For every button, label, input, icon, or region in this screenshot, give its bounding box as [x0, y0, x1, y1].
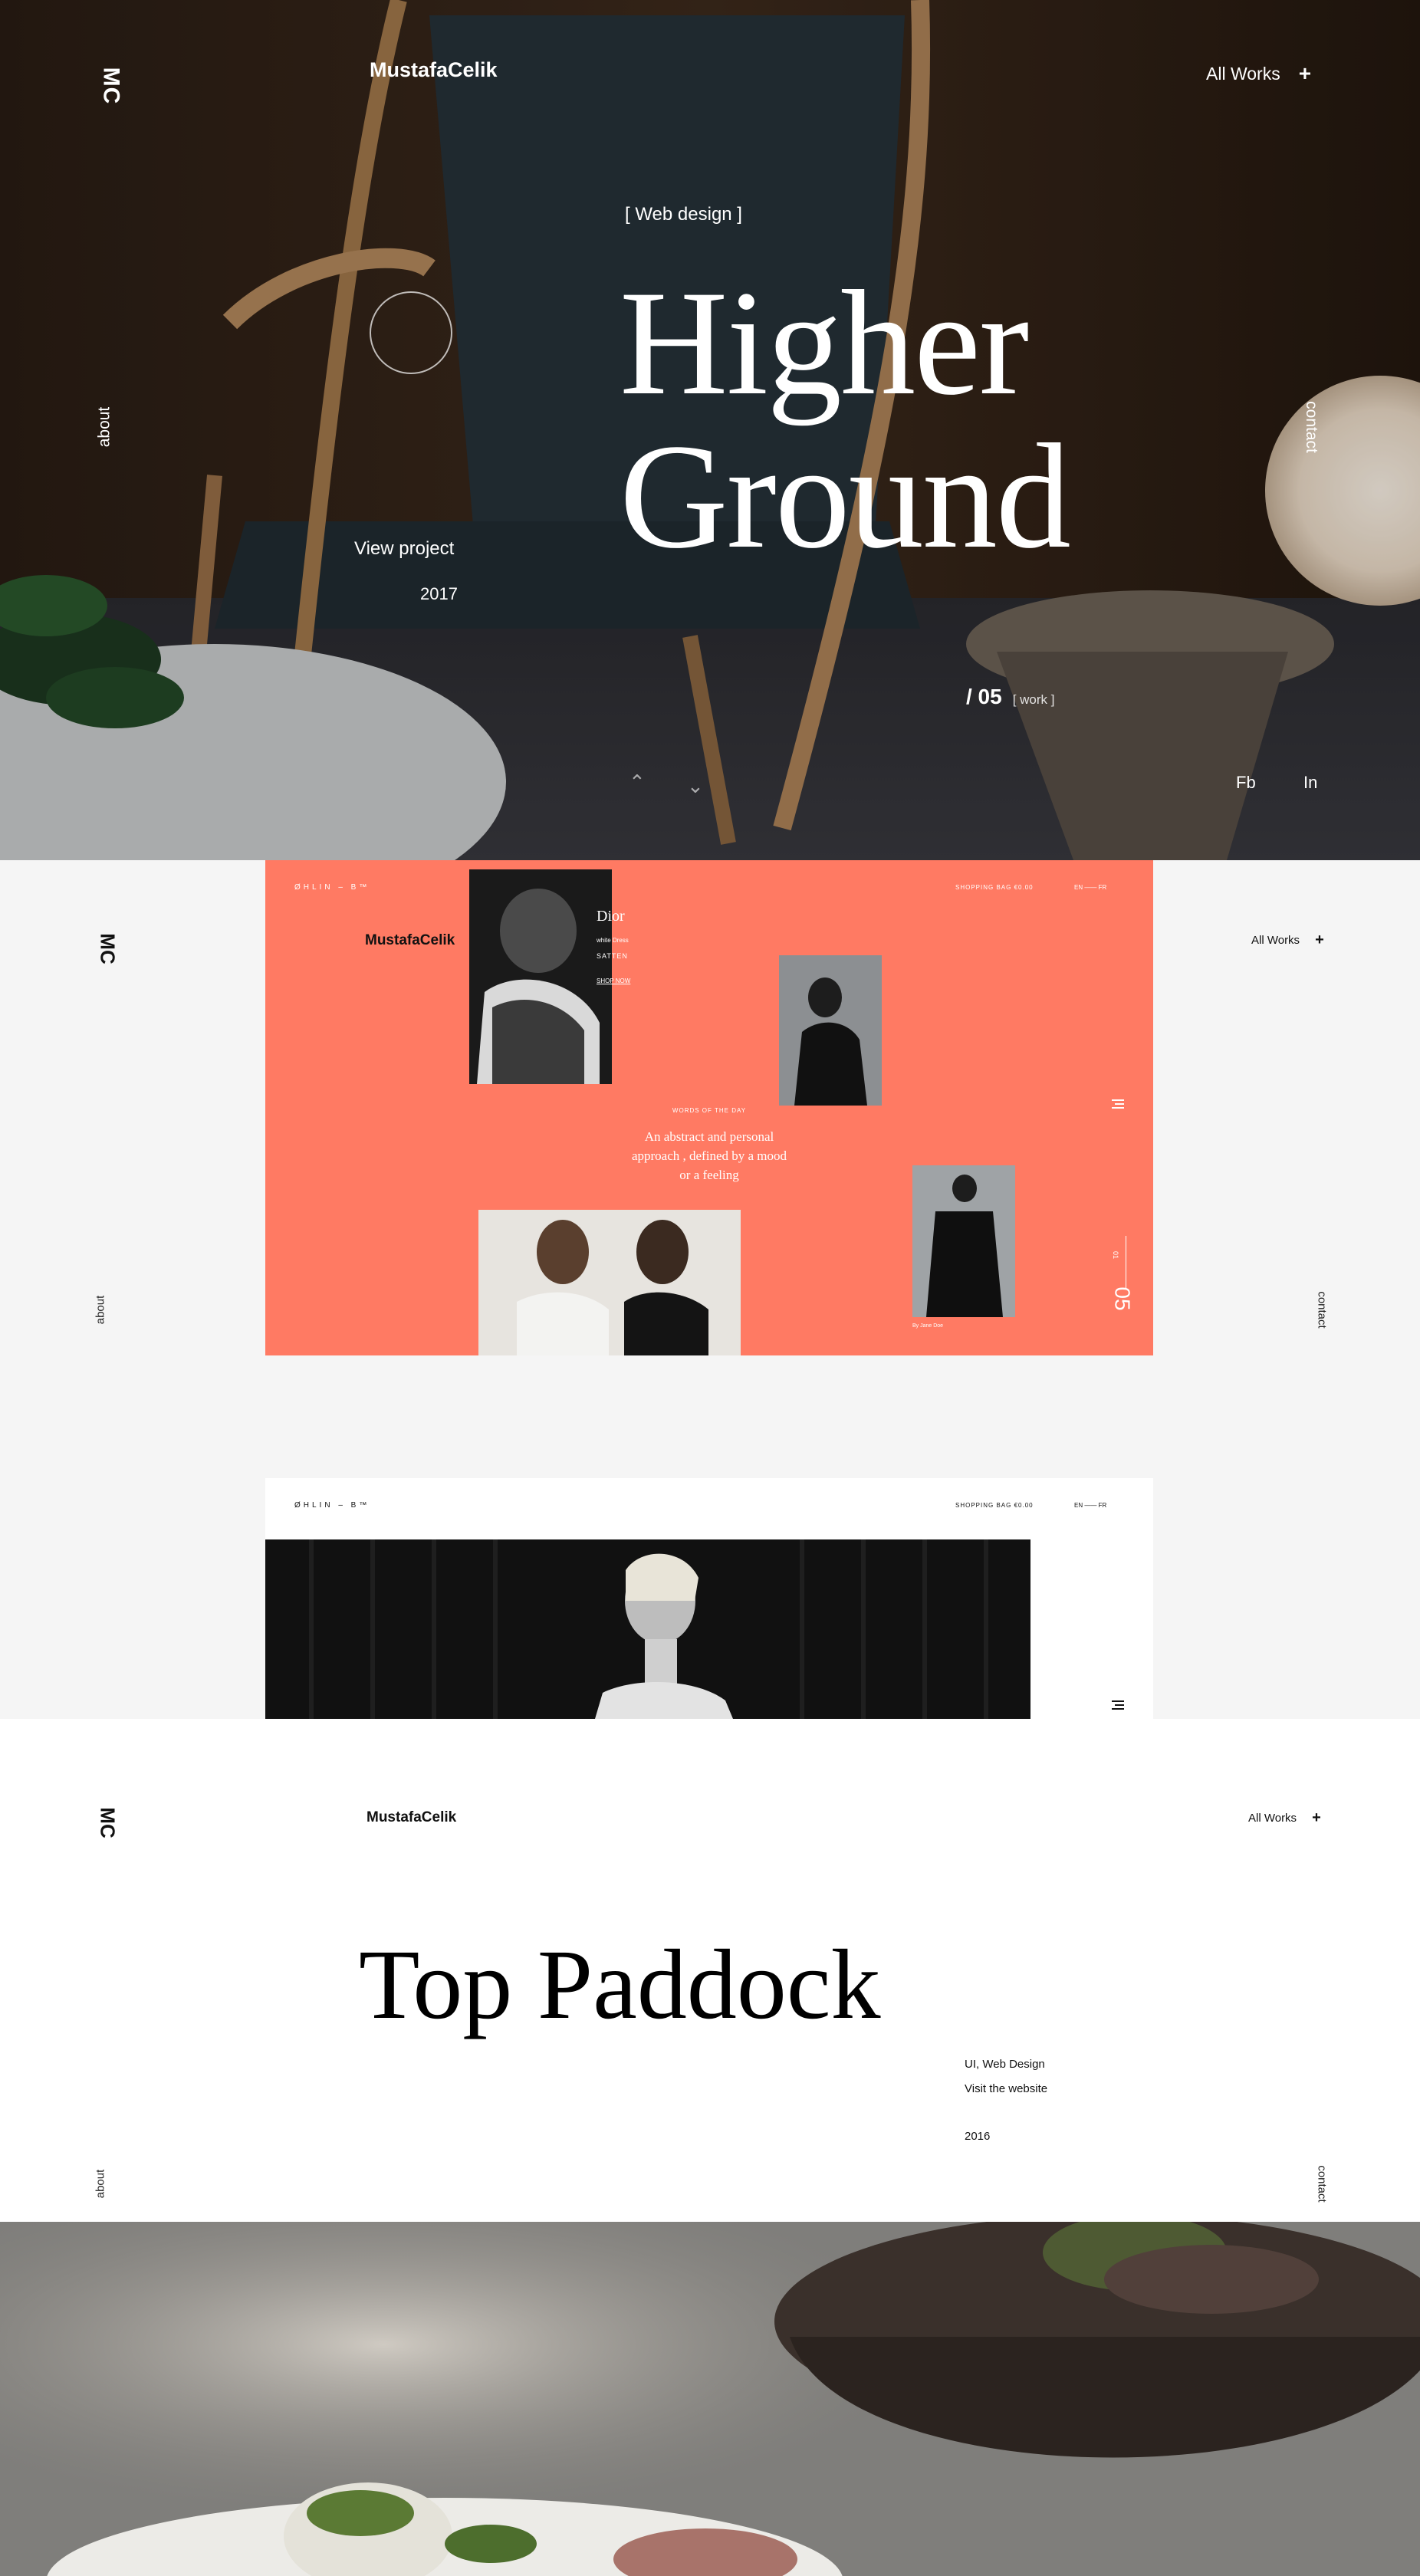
slide-index: 01	[1112, 1250, 1120, 1260]
project-year: 2017	[420, 584, 458, 603]
contact-link[interactable]: contact	[1316, 2165, 1329, 2202]
linkedin-link[interactable]: In	[1303, 773, 1317, 793]
contact-link[interactable]: contact	[1316, 1291, 1329, 1328]
visit-website-link[interactable]: Visit the website	[965, 2082, 1047, 2095]
about-link[interactable]: about	[94, 1296, 107, 1325]
all-works-label: All Works	[1251, 934, 1300, 947]
photo-credit: By Jane Doe	[912, 1323, 944, 1329]
ohlin-logo: ØHLIN – B™	[294, 1501, 370, 1510]
cursor-circle-icon	[370, 291, 452, 374]
ohlin-section: MC All Works + about contact ØHLIN – B™ …	[0, 860, 1420, 1719]
shop-now-link: SHOP NOW	[597, 978, 631, 984]
fashion-photo-3	[478, 1210, 741, 1355]
work-counter: / 05 [ work ]	[966, 685, 1055, 709]
hero-title-line1: Higher	[620, 260, 1029, 426]
quote-text: An abstract and personal approach , defi…	[265, 1127, 1153, 1184]
quote-line-2: approach , defined by a mood	[631, 1148, 787, 1163]
chevron-down-icon[interactable]: ⌄	[687, 774, 704, 798]
project-title: Top Paddock	[359, 1930, 881, 2040]
plus-icon: +	[1298, 61, 1312, 85]
shopping-bag-label: SHOPPING BAG €0.00	[955, 884, 1034, 891]
words-of-day-label: WORDS OF THE DAY	[672, 1107, 747, 1114]
view-project-link[interactable]: View project	[354, 538, 454, 560]
menu-icon	[1112, 1099, 1124, 1109]
brand-name: MustafaCelik	[365, 932, 455, 948]
language-switch: EN —— FR	[1074, 884, 1107, 891]
ohlin-coral-screenshot: ØHLIN – B™ SHOPPING BAG €0.00 EN —— FR M…	[265, 860, 1153, 1355]
logo-mark[interactable]: MC	[97, 67, 123, 105]
hero-tag: [ Web design ]	[625, 204, 742, 225]
project-year: 2016	[965, 2130, 991, 2143]
food-background-image	[0, 2222, 1420, 2576]
all-works-label: All Works	[1248, 1812, 1297, 1825]
facebook-link[interactable]: Fb	[1236, 773, 1256, 793]
ohlin-logo: ØHLIN – B™	[294, 883, 370, 892]
shopping-bag-label: SHOPPING BAG €0.00	[955, 1502, 1034, 1509]
all-works-menu[interactable]: All Works +	[1251, 932, 1324, 949]
brand-name[interactable]: MustafaCelik	[370, 58, 498, 82]
chevron-up-icon[interactable]: ⌃	[629, 770, 646, 794]
ohlin-black-screenshot: ØHLIN – B™ SHOPPING BAG €0.00 EN —— FR	[265, 1478, 1153, 1719]
quote-line-1: An abstract and personal	[644, 1129, 774, 1144]
all-works-menu[interactable]: All Works +	[1206, 61, 1311, 86]
dior-collection: SATTEN	[597, 952, 628, 960]
all-works-menu[interactable]: All Works +	[1248, 1809, 1321, 1827]
all-works-label: All Works	[1206, 63, 1280, 84]
plus-icon: +	[1312, 1809, 1321, 1826]
model-photo-black	[265, 1539, 1030, 1719]
fashion-photo-1	[469, 869, 612, 1084]
counter-number: / 05	[966, 685, 1002, 708]
fashion-photo-2	[779, 955, 882, 1106]
language-switch: EN —— FR	[1074, 1502, 1107, 1509]
fashion-photo-4	[912, 1165, 1015, 1317]
project-category: UI, Web Design	[965, 2058, 1045, 2071]
about-link[interactable]: about	[94, 2170, 107, 2199]
contact-link[interactable]: contact	[1302, 401, 1320, 453]
dior-subtitle: white Dress	[597, 937, 629, 944]
logo-mark[interactable]: MC	[96, 1807, 120, 1838]
plus-icon: +	[1315, 932, 1324, 948]
top-paddock-section: MC MustafaCelik All Works + Top Paddock …	[0, 1719, 1420, 2222]
dior-title: Dior	[597, 908, 625, 925]
counter-label: [ work ]	[1012, 692, 1055, 707]
logo-mark[interactable]: MC	[96, 933, 120, 964]
food-photo-section	[0, 2222, 1420, 2576]
hero-title-line2: Ground	[620, 413, 1071, 580]
about-link[interactable]: about	[95, 407, 113, 448]
hero-section: MC MustafaCelik All Works + about contac…	[0, 0, 1420, 860]
brand-name[interactable]: MustafaCelik	[367, 1809, 456, 1826]
quote-line-3: or a feeling	[679, 1168, 739, 1182]
slide-total: 05	[1110, 1286, 1135, 1311]
menu-icon	[1112, 1700, 1124, 1710]
